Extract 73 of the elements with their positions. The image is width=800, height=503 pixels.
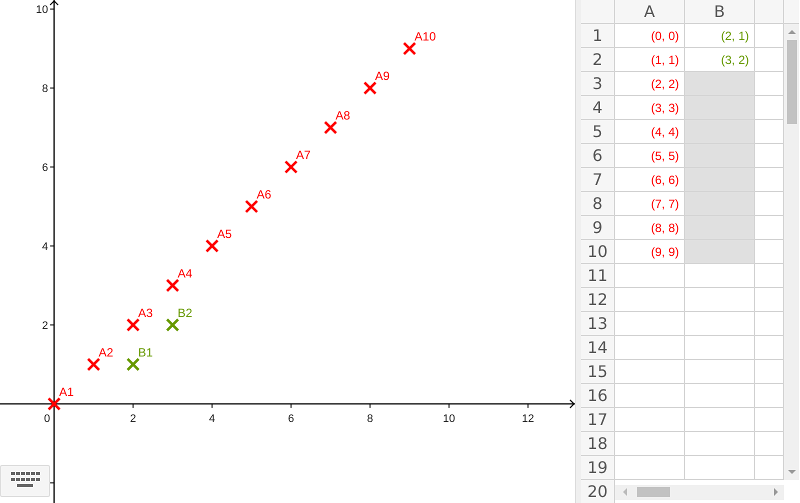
tick-label: 0 <box>44 412 50 425</box>
point-label: A10 <box>414 30 436 44</box>
row-header[interactable]: 13 <box>581 312 615 336</box>
row-header[interactable]: 18 <box>581 432 615 456</box>
row-header[interactable]: 5 <box>581 120 615 144</box>
table-cell <box>685 312 755 336</box>
point-label: B1 <box>138 345 153 360</box>
tick-label: 6 <box>288 412 294 425</box>
scrollbar-thumb[interactable] <box>637 487 670 497</box>
vertical-scrollbar[interactable] <box>784 24 799 480</box>
point-label: A6 <box>256 188 272 202</box>
table-cell <box>685 360 755 384</box>
row-header[interactable]: 8 <box>581 192 615 216</box>
row-header[interactable]: 11 <box>581 264 615 288</box>
point-label: A2 <box>98 345 114 360</box>
column-header[interactable]: B <box>685 0 755 24</box>
table-cell <box>685 264 755 288</box>
tick-label: 6 <box>42 162 48 174</box>
tick-label: 10 <box>36 4 48 16</box>
point-label: A9 <box>375 69 390 84</box>
row-header[interactable]: 6 <box>581 144 615 168</box>
table-cell <box>615 312 685 336</box>
row-header[interactable]: 4 <box>581 96 615 120</box>
point-label: A5 <box>217 226 232 241</box>
column-header[interactable] <box>755 0 784 24</box>
tick-label: 4 <box>42 240 48 253</box>
row-header[interactable]: 1 <box>581 24 615 48</box>
table-cell <box>685 384 755 408</box>
table-cell <box>685 336 755 360</box>
table-cell <box>615 336 685 360</box>
table-cell <box>615 288 685 312</box>
table-cell <box>685 432 755 456</box>
table-cell <box>685 456 755 480</box>
row-header[interactable]: 15 <box>581 360 615 384</box>
table-cell <box>685 288 755 312</box>
row-header[interactable]: 19 <box>581 456 615 480</box>
row-header[interactable]: 10 <box>581 240 615 264</box>
point-label: A4 <box>178 266 192 280</box>
table-cell <box>615 432 685 456</box>
keyboard-button[interactable] <box>0 465 50 497</box>
point-label: A1 <box>59 384 74 399</box>
tick-label: 8 <box>42 83 48 96</box>
point-label: A3 <box>138 306 153 320</box>
row-header[interactable]: 12 <box>581 288 615 312</box>
table-cell <box>615 408 685 432</box>
tick-label: 4 <box>209 412 216 425</box>
tick-label: 12 <box>522 412 534 425</box>
row-header[interactable]: 2 <box>581 48 615 72</box>
table-cell: (1, 1) <box>615 48 685 72</box>
row-header[interactable]: 3 <box>581 72 615 96</box>
table-cell <box>615 264 685 288</box>
tick-label: 2 <box>130 412 136 425</box>
table-cell <box>615 456 685 480</box>
tick-label: 8 <box>366 412 374 425</box>
point-label: A8 <box>336 108 350 123</box>
point-label: A7 <box>296 148 311 162</box>
scrollbar-thumb[interactable] <box>786 40 796 124</box>
table-cell <box>615 384 685 408</box>
row-header[interactable]: 20 <box>581 480 615 503</box>
table-cell: (0, 0) <box>615 24 685 48</box>
row-header[interactable]: 9 <box>581 216 615 240</box>
point-label: B2 <box>178 306 192 320</box>
horizontal-scrollbar[interactable] <box>615 484 784 500</box>
row-header[interactable]: 14 <box>581 336 615 360</box>
table-cell: (2, 1) <box>685 24 755 48</box>
tick-label: 10 <box>442 412 456 425</box>
row-header[interactable]: 7 <box>581 168 615 192</box>
table-cell <box>685 408 755 432</box>
column-header[interactable]: A <box>615 0 685 24</box>
table-cell <box>615 360 685 384</box>
row-header[interactable]: 17 <box>581 408 615 432</box>
tick-label: 2 <box>42 320 48 332</box>
row-header[interactable]: 16 <box>581 384 615 408</box>
